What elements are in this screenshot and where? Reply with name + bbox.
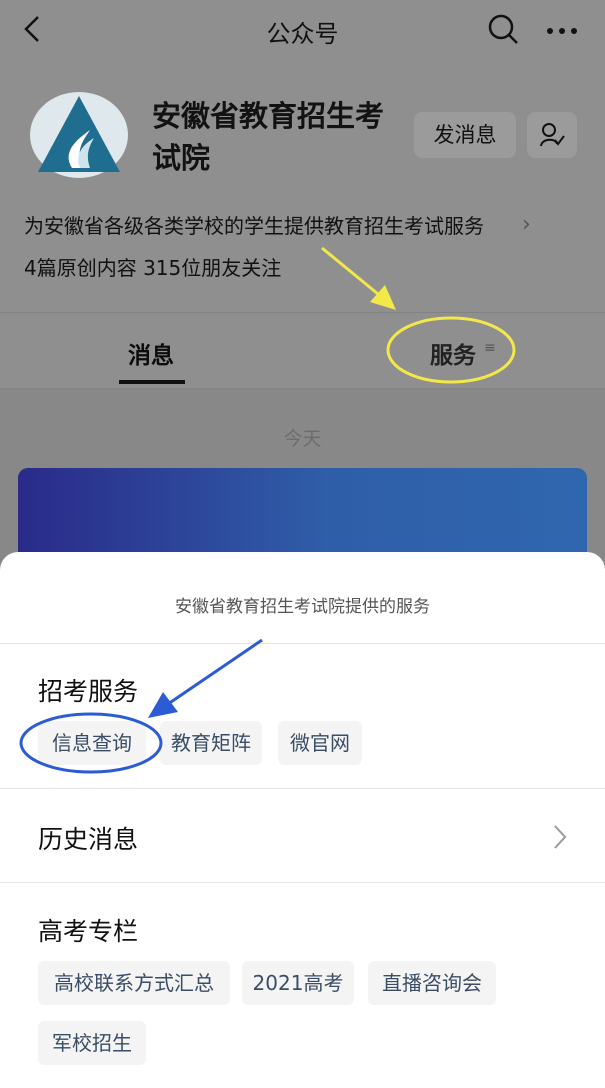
service-chip-micro-site[interactable]: 微官网 [278,721,362,765]
annotation-overlay [321,246,516,384]
service-chip-info-query[interactable]: 信息查询 [38,721,146,765]
yellow-circle-annotation [386,316,516,384]
divider [0,882,605,883]
divider [0,643,605,644]
service-chip-college-contacts[interactable]: 高校联系方式汇总 [38,961,230,1005]
section-title-recruit: 招考服务 [38,677,139,706]
sheet-title: 安徽省教育招生考试院提供的服务 [175,597,430,617]
service-chip-gaokao-2021[interactable]: 2021高考 [242,961,354,1005]
divider [0,788,605,789]
service-chip-military-school[interactable]: 军校招生 [38,1021,146,1065]
service-chip-live-consult[interactable]: 直播咨询会 [368,961,496,1005]
yellow-arrow [321,246,379,296]
history-messages-item[interactable]: 历史消息 [38,820,138,856]
service-chip-education-matrix[interactable]: 教育矩阵 [160,721,262,765]
section-title-gaokao: 高考专栏 [38,917,139,946]
chevron-right-icon[interactable] [550,822,570,852]
